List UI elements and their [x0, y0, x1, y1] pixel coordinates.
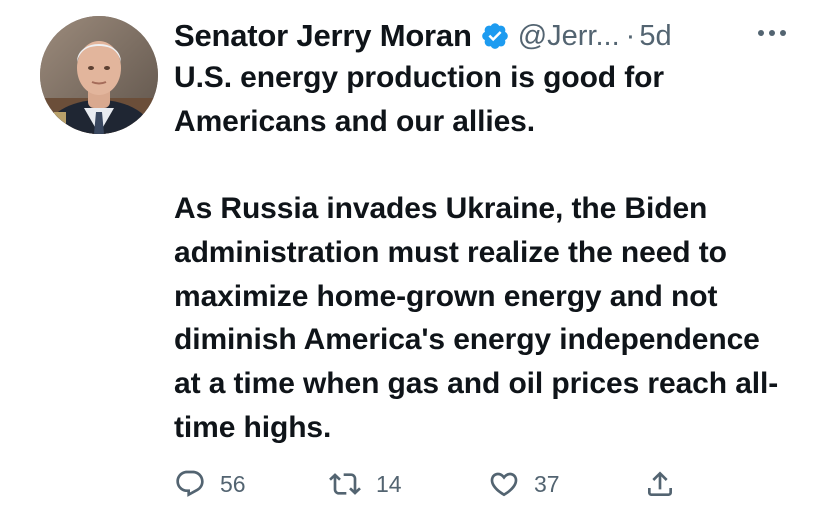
- reply-count: 56: [220, 470, 246, 497]
- author-name[interactable]: Senator Jerry Moran: [174, 18, 472, 54]
- tweet-header: Senator Jerry Moran @Jerr... · 5d: [174, 14, 794, 58]
- tweet-timestamp[interactable]: 5d: [639, 20, 671, 53]
- retweet-count: 14: [376, 470, 402, 497]
- avatar[interactable]: [40, 16, 158, 134]
- reply-icon: [174, 468, 206, 500]
- tweet-actions: 56 14 37: [174, 462, 694, 506]
- tweet-paragraph: U.S. energy production is good for Ameri…: [174, 61, 664, 138]
- tweet-paragraph: As Russia invades Ukraine, the Biden adm…: [174, 192, 779, 444]
- share-button[interactable]: [644, 462, 676, 506]
- tweet[interactable]: Senator Jerry Moran @Jerr... · 5d U.S. e…: [0, 0, 828, 522]
- separator-dot: ·: [625, 19, 636, 52]
- tweet-text: U.S. energy production is good for Ameri…: [174, 56, 794, 449]
- like-count: 37: [534, 470, 560, 497]
- more-icon[interactable]: [752, 18, 792, 48]
- author-handle[interactable]: @Jerr...: [518, 20, 620, 53]
- heart-icon: [488, 468, 520, 500]
- share-icon: [644, 468, 676, 500]
- retweet-button[interactable]: 14: [328, 462, 402, 506]
- like-button[interactable]: 37: [488, 462, 560, 506]
- reply-button[interactable]: 56: [174, 462, 246, 506]
- verified-badge-icon: [480, 21, 510, 51]
- retweet-icon: [328, 468, 362, 500]
